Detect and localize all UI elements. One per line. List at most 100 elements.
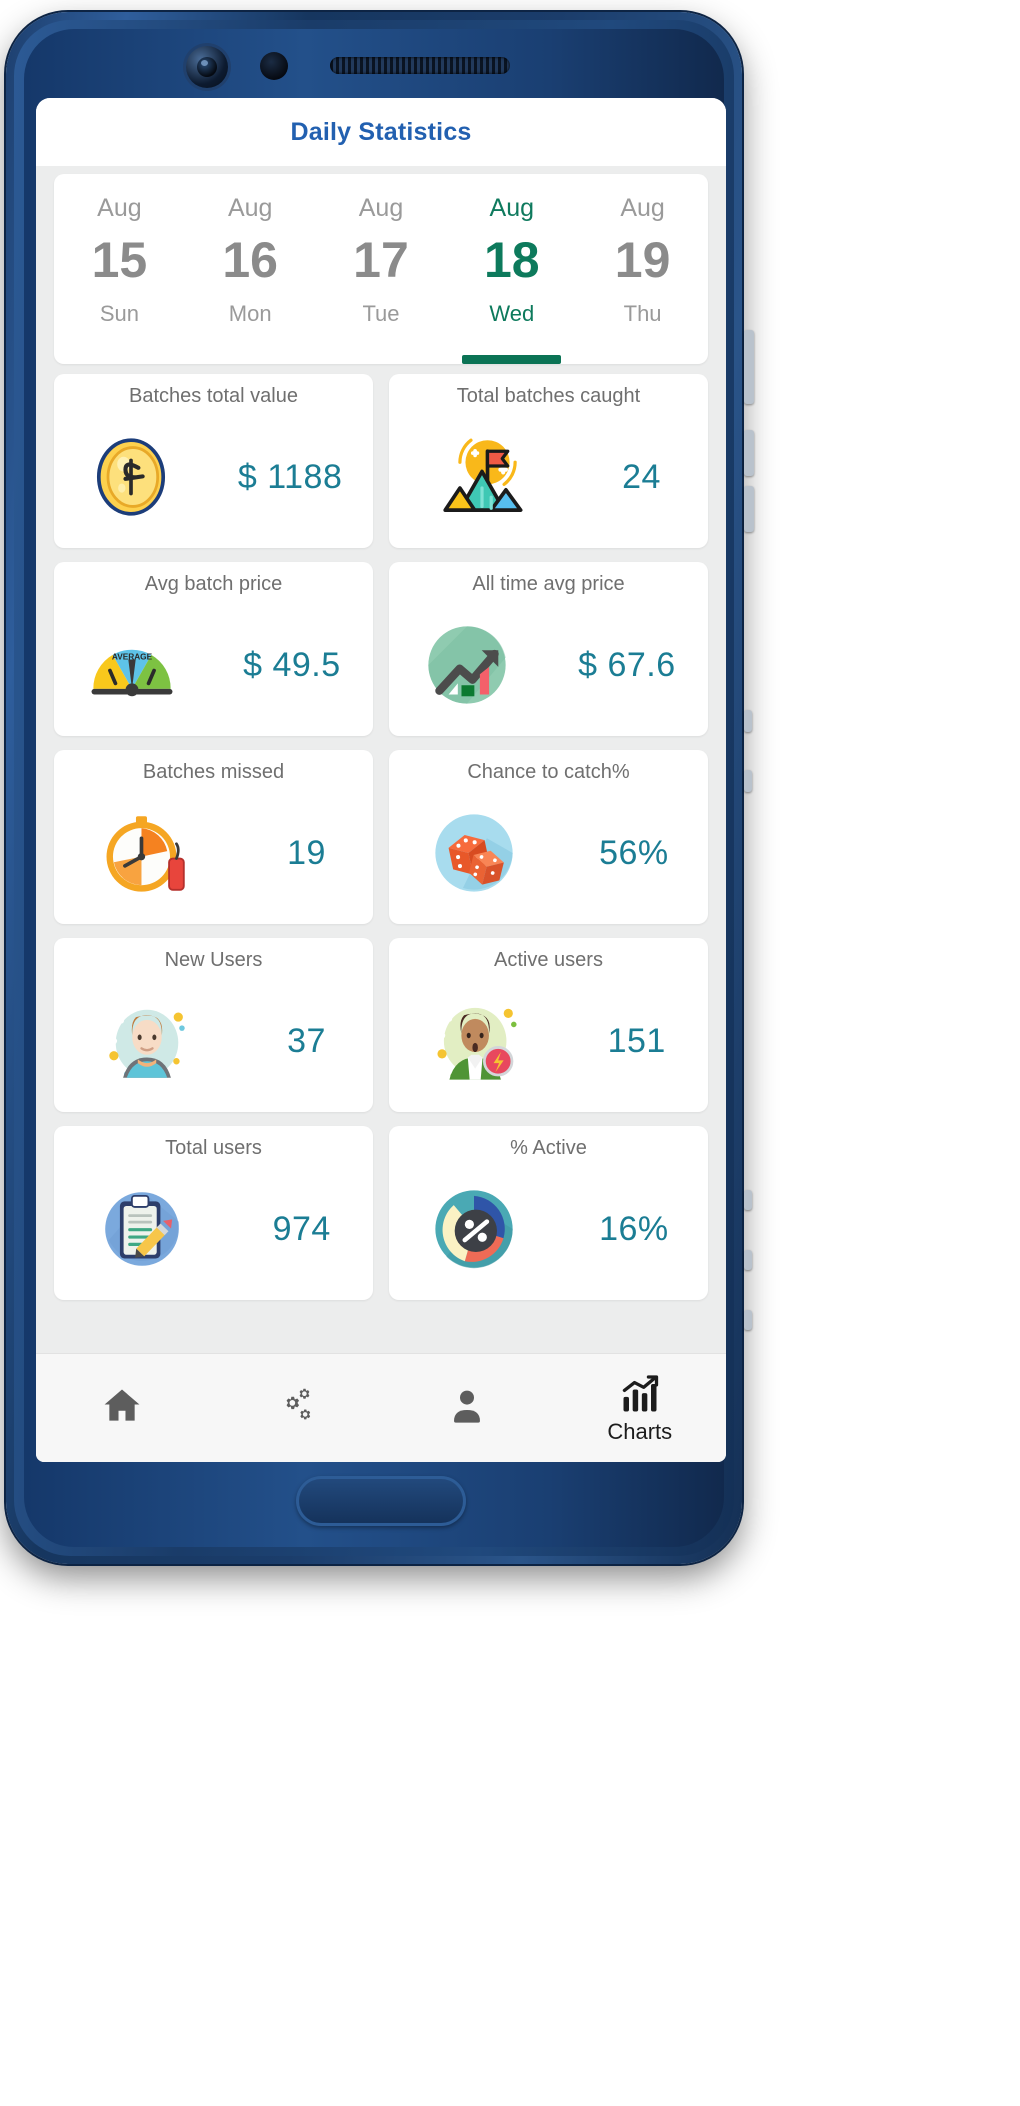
stat-card-value: 37: [287, 1021, 326, 1060]
stat-card-label: New Users: [164, 949, 263, 971]
stat-card-body: 56%: [383, 782, 714, 924]
date-weekday-label: Tue: [362, 301, 400, 326]
stat-card-value: $ 1188: [237, 457, 343, 496]
stat-card-active-users[interactable]: Active users 151: [389, 938, 708, 1112]
clipboard-icon: [96, 1183, 188, 1275]
stat-card-body: 24: [383, 406, 714, 548]
side-accent-4: [744, 1250, 752, 1270]
stat-card-value: 151: [607, 1021, 666, 1060]
selected-date-indicator: [462, 355, 562, 364]
stat-card-batches-total-value[interactable]: Batches total value $ 1188: [54, 374, 373, 548]
date-month-label: Aug: [489, 194, 535, 222]
nav-item-home[interactable]: [36, 1384, 209, 1432]
stat-card-value: 56%: [599, 833, 669, 872]
stat-card-label: Avg batch price: [144, 573, 283, 595]
side-accent-5: [744, 1310, 752, 1330]
home-hardware-button[interactable]: [296, 1476, 466, 1526]
side-accent-3: [744, 1190, 752, 1210]
timer-dynamite-icon: [101, 807, 193, 899]
stat-card-value: 24: [622, 457, 661, 496]
stat-card-value: 16%: [599, 1209, 669, 1248]
phone-mockup: Daily Statistics Aug 15 Sun Aug 16 Mon A…: [0, 10, 760, 1570]
person-icon: [446, 1385, 488, 1427]
stat-card-body: AVERAGE $ 49.5: [48, 594, 379, 736]
date-weekday-label: Sun: [99, 301, 139, 326]
stats-grid: Batches total value $ 1188 Total batches…: [36, 364, 726, 1314]
nav-item-profile[interactable]: [381, 1385, 554, 1431]
side-accent-2: [744, 770, 752, 792]
date-day-number: 18: [483, 232, 540, 288]
new-user-avatar-icon: [101, 995, 193, 1087]
stat-card-new-users[interactable]: New Users 37: [54, 938, 373, 1112]
stat-card-chance-to-catch[interactable]: Chance to catch% 56%: [389, 750, 708, 924]
date-month-label: Aug: [358, 194, 404, 222]
date-item-4[interactable]: Aug 19 Thu: [577, 174, 708, 364]
volume-up-button[interactable]: [744, 330, 754, 404]
stat-card-body: 974: [48, 1158, 379, 1300]
growth-chart-icon: [421, 619, 513, 711]
date-weekday-label: Mon: [228, 301, 272, 326]
proximity-sensor-icon: [260, 52, 288, 80]
stat-card-value: $ 49.5: [243, 645, 341, 684]
date-item-3-selected[interactable]: Aug 18 Wed: [446, 174, 577, 364]
date-weekday-label: Thu: [623, 301, 662, 326]
stat-card-label: Batches missed: [142, 761, 285, 783]
dice-icon: [428, 807, 520, 899]
phone-screen: Daily Statistics Aug 15 Sun Aug 16 Mon A…: [36, 98, 726, 1462]
stat-card-label: Chance to catch%: [467, 761, 630, 783]
charts-icon: [618, 1373, 662, 1417]
stat-card-body: 37: [48, 970, 379, 1112]
gold-coin-icon: [85, 431, 177, 523]
camera-glint: [201, 60, 208, 66]
nav-item-label: Charts: [607, 1419, 673, 1444]
phone-sensor-strip: [34, 38, 724, 96]
bottom-navigation-bar: Charts: [36, 1353, 726, 1462]
date-day-number: 15: [91, 232, 148, 288]
stat-card-body: 151: [383, 970, 714, 1112]
stat-card-body: 16%: [383, 1158, 714, 1300]
stat-card-batches-missed[interactable]: Batches missed 19: [54, 750, 373, 924]
date-weekday-label: Wed: [489, 301, 535, 326]
date-strip-card: Aug 15 Sun Aug 16 Mon Aug 17 Tue Aug 18: [54, 174, 708, 364]
stat-card-total-batches-caught[interactable]: Total batches caught 24: [389, 374, 708, 548]
earpiece-speaker-icon: [330, 57, 510, 74]
date-item-2[interactable]: Aug 17 Tue: [316, 174, 447, 364]
date-month-label: Aug: [227, 194, 273, 222]
date-month-label: Aug: [97, 194, 142, 222]
stat-card-body: 19: [48, 782, 379, 924]
side-accent-1: [744, 710, 752, 732]
page-title: Daily Statistics: [290, 117, 472, 146]
mountain-flag-icon: [436, 431, 528, 523]
nav-item-charts-active[interactable]: Charts: [554, 1373, 727, 1443]
stat-card-body: $ 67.6: [383, 594, 714, 736]
date-day-number: 19: [614, 232, 671, 288]
stat-card-label: Total batches caught: [456, 385, 641, 407]
volume-down-button[interactable]: [744, 430, 754, 476]
stat-card-percent-active[interactable]: % Active 16%: [389, 1126, 708, 1300]
stat-card-value: 974: [272, 1209, 331, 1248]
stat-card-value: 19: [287, 833, 326, 872]
percent-pie-icon: [428, 1183, 520, 1275]
date-item-0[interactable]: Aug 15 Sun: [54, 174, 185, 364]
app-bar: Daily Statistics: [36, 98, 726, 166]
stat-card-all-time-avg-price[interactable]: All time avg price $ 67.6: [389, 562, 708, 736]
date-day-number: 16: [222, 232, 278, 288]
gauge-icon: AVERAGE: [86, 619, 178, 711]
stat-card-value: $ 67.6: [578, 645, 676, 684]
stat-card-total-users[interactable]: Total users 974: [54, 1126, 373, 1300]
stat-card-label: Batches total value: [129, 385, 298, 407]
home-icon: [100, 1384, 144, 1428]
stat-card-label: % Active: [510, 1137, 587, 1159]
stat-card-label: All time avg price: [472, 573, 625, 595]
power-button[interactable]: [744, 486, 754, 532]
nav-item-settings[interactable]: [209, 1383, 382, 1433]
date-day-number: 17: [353, 232, 409, 288]
date-selector[interactable]: Aug 15 Sun Aug 16 Mon Aug 17 Tue Aug 18: [36, 166, 726, 364]
stat-card-body: $ 1188: [48, 406, 379, 548]
stat-card-avg-batch-price[interactable]: Avg batch price AVERAGE $ 49.5: [54, 562, 373, 736]
stat-card-label: Active users: [494, 949, 603, 971]
date-item-1[interactable]: Aug 16 Mon: [185, 174, 316, 364]
gears-icon: [272, 1383, 318, 1429]
active-user-avatar-icon: [431, 995, 523, 1087]
stat-card-label: Total users: [165, 1137, 262, 1159]
